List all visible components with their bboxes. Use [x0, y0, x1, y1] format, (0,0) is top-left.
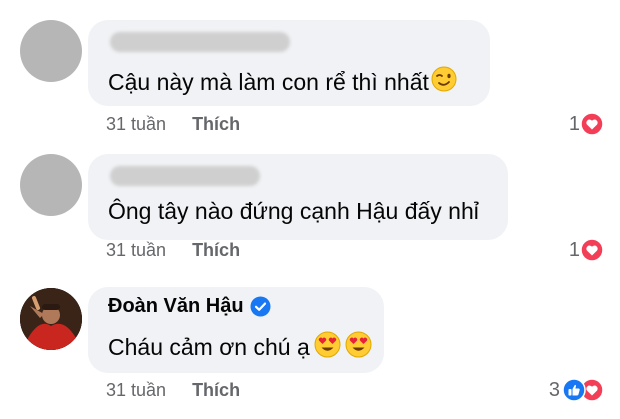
comment-meta: 31 tuần Thích	[106, 380, 240, 401]
comment-time[interactable]: 31 tuần	[106, 240, 166, 261]
verified-badge-icon	[250, 296, 271, 317]
author-name[interactable]: Đoàn Văn Hậu	[108, 295, 244, 318]
like-icon	[562, 378, 586, 402]
comment-bubble: Đoàn Văn Hậu Cháu cảm ơn chú ạ	[88, 287, 384, 373]
comment-time[interactable]: 31 tuần	[106, 380, 166, 401]
comment-meta: 31 tuần Thích	[106, 240, 240, 261]
wink-emoji-icon	[431, 66, 457, 98]
author-name-row: Đoàn Văn Hậu	[108, 295, 271, 318]
like-button[interactable]: Thích	[192, 380, 240, 401]
heart-icon	[580, 238, 604, 262]
comment-bubble: Ông tây nào đứng cạnh Hậu đấy nhỉ	[88, 154, 508, 240]
avatar[interactable]	[20, 288, 82, 350]
comment-text-row: Cậu này mà làm con rể thì nhất	[108, 66, 457, 98]
reaction-summary[interactable]: 1	[569, 238, 604, 262]
comment-text: Cậu này mà làm con rể thì nhất	[108, 68, 429, 95]
reaction-summary[interactable]: 3	[549, 378, 604, 402]
reaction-count: 1	[568, 112, 580, 135]
comment-bubble: Cậu này mà làm con rể thì nhất	[88, 20, 490, 106]
comment-time[interactable]: 31 tuần	[106, 114, 166, 135]
avatar[interactable]	[20, 154, 82, 216]
comment-text: Ông tây nào đứng cạnh Hậu đấy nhỉ	[108, 198, 479, 224]
reaction-count: 1	[568, 238, 580, 261]
comment-text-row: Ông tây nào đứng cạnh Hậu đấy nhỉ	[108, 198, 479, 225]
reaction-summary[interactable]: 1	[569, 112, 604, 136]
comment-text-row: Cháu cảm ơn chú ạ	[108, 331, 372, 364]
comment-text: Cháu cảm ơn chú ạ	[108, 334, 310, 360]
comment-meta: 31 tuần Thích	[106, 114, 240, 135]
heart-eyes-emoji-icon	[345, 331, 372, 364]
reaction-count: 3	[548, 378, 560, 401]
like-button[interactable]: Thích	[192, 240, 240, 261]
heart-icon	[580, 112, 604, 136]
heart-eyes-emoji-icon	[314, 331, 341, 364]
avatar[interactable]	[20, 20, 82, 82]
like-button[interactable]: Thích	[192, 114, 240, 135]
author-name-redacted[interactable]	[110, 166, 260, 186]
author-name-redacted[interactable]	[110, 32, 290, 52]
